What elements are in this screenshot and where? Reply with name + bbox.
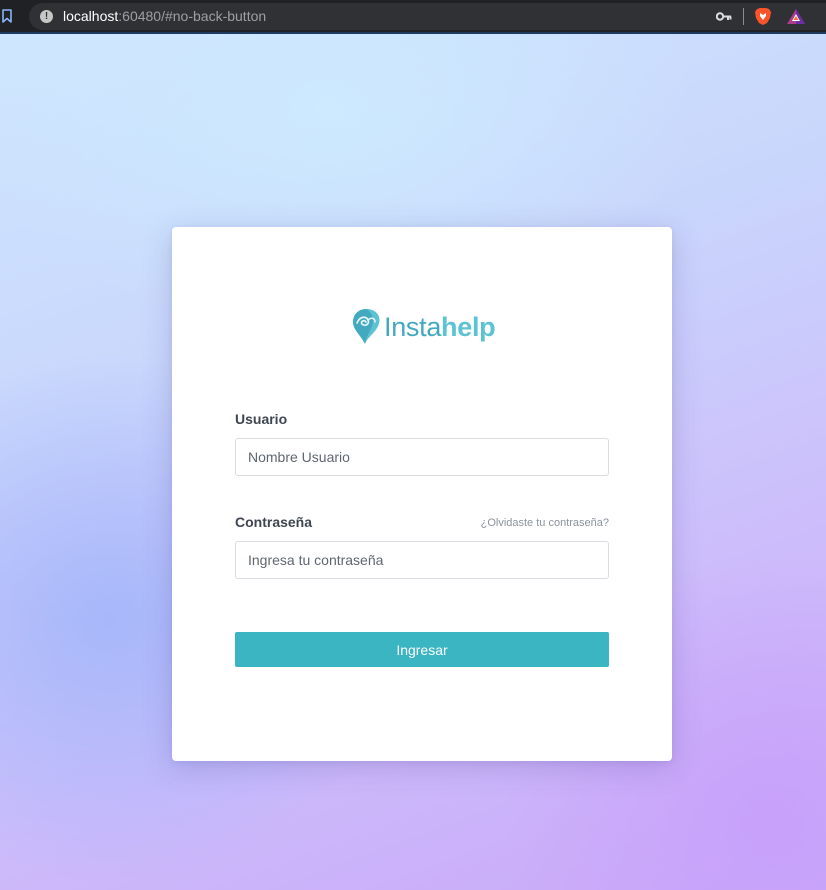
url-text[interactable]: localhost:60480/#no-back-button	[63, 8, 266, 25]
address-bar[interactable]: ! localhost:60480/#no-back-button	[29, 3, 826, 30]
login-card: Instahelp Usuario Contraseña ¿Olvidaste …	[172, 227, 672, 761]
username-input[interactable]	[235, 438, 609, 476]
url-host: localhost	[63, 8, 119, 24]
password-input[interactable]	[235, 541, 609, 579]
username-label: Usuario	[235, 411, 288, 427]
info-icon[interactable]: !	[40, 10, 53, 23]
instahelp-leaf-logo-icon	[353, 309, 380, 344]
bookmark-icon[interactable]	[2, 9, 12, 23]
logo-text-help: help	[441, 312, 496, 342]
forgot-password-link[interactable]: ¿Olvidaste tu contraseña?	[481, 517, 609, 529]
login-button[interactable]: Ingresar	[235, 632, 609, 667]
brave-lion-icon[interactable]	[754, 7, 772, 26]
logo-text-insta: Insta	[384, 312, 442, 342]
key-icon[interactable]	[716, 11, 732, 22]
url-path: :60480/#no-back-button	[118, 8, 267, 24]
password-label: Contraseña	[235, 514, 313, 530]
toolbar-divider	[743, 8, 744, 25]
logo-wordmark: Instahelp	[384, 311, 496, 343]
brave-rewards-triangle-icon[interactable]	[787, 9, 805, 24]
browser-toolbar: ! localhost:60480/#no-back-button	[0, 0, 826, 34]
